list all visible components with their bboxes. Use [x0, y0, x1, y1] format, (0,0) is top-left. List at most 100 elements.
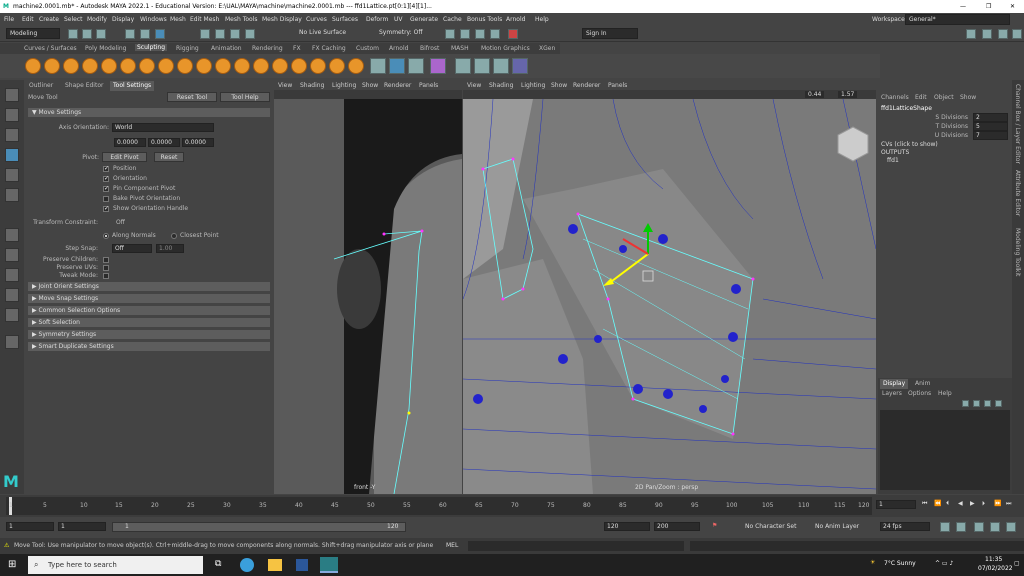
layer-prev-icon[interactable]	[962, 400, 969, 407]
stencil-tool-icon[interactable]	[493, 58, 509, 74]
imprint-tool-icon[interactable]	[196, 58, 212, 74]
section-common-selection[interactable]: ▶ Common Selection Options	[28, 306, 270, 315]
knife-tool-icon[interactable]	[272, 58, 288, 74]
next-key-icon[interactable]: ⏵	[982, 500, 985, 508]
playback-settings-icon[interactable]	[974, 522, 984, 532]
sound-icon[interactable]	[956, 522, 966, 532]
reset-tool-button[interactable]: Reset Tool	[167, 92, 217, 102]
render-icon[interactable]	[445, 29, 455, 39]
shelf-tab-mash[interactable]: MASH	[451, 45, 469, 52]
range-end-field[interactable]: 120	[604, 522, 650, 531]
channel-box-icon[interactable]	[1012, 29, 1022, 39]
search-icon[interactable]	[5, 335, 19, 349]
notifications-icon[interactable]: ▢	[1014, 560, 1020, 567]
menu-windows[interactable]: Windows	[140, 16, 167, 23]
four-view-icon[interactable]	[5, 248, 19, 262]
word-icon[interactable]	[296, 559, 308, 571]
move-tool-icon[interactable]	[5, 148, 19, 162]
side-tab-modeling-toolkit[interactable]: Modeling Toolkit	[1014, 228, 1021, 276]
new-scene-icon[interactable]	[68, 29, 78, 39]
menu-mesh[interactable]: Mesh	[170, 16, 186, 23]
sculpt-tool-icon[interactable]	[25, 58, 41, 74]
vp2-menu-renderer[interactable]: Renderer	[573, 82, 600, 89]
along-normals-radio[interactable]	[103, 233, 109, 239]
fps-dropdown[interactable]: 24 fps	[880, 522, 930, 531]
shelf-tab-rigging[interactable]: Rigging	[176, 45, 199, 52]
shelf-tab-fx[interactable]: FX	[293, 45, 301, 52]
front-viewport[interactable]: View Shading Lighting Show Renderer Pane…	[274, 80, 462, 494]
snap-view-icon[interactable]	[245, 29, 255, 39]
menu-help[interactable]: Help	[535, 16, 549, 23]
section-move-settings[interactable]: ▼ Move Settings	[28, 108, 270, 117]
menu-generate[interactable]: Generate	[410, 16, 438, 23]
menu-modify[interactable]: Modify	[87, 16, 107, 23]
taskbar-search-box[interactable]: ⌕ Type here to search	[28, 556, 203, 574]
mask-tool-icon[interactable]	[455, 58, 471, 74]
select-hierarchy-icon[interactable]	[125, 29, 135, 39]
stamp-tool-icon[interactable]	[474, 58, 490, 74]
axis-y-field[interactable]: 0.0000	[148, 138, 180, 147]
smear-tool-icon[interactable]	[291, 58, 307, 74]
open-scene-icon[interactable]	[82, 29, 92, 39]
hypershade-icon[interactable]	[490, 29, 500, 39]
mel-label[interactable]: MEL	[446, 542, 458, 549]
freeze-tool-icon[interactable]	[348, 58, 364, 74]
side-tab-channel-box[interactable]: Channel Box / Layer Editor	[1014, 84, 1021, 164]
snap-curve-icon[interactable]	[215, 29, 225, 39]
section-move-snap[interactable]: ▶ Move Snap Settings	[28, 294, 270, 303]
vp1-menu-lighting[interactable]: Lighting	[332, 82, 356, 89]
reset-pivot-button[interactable]: Reset	[154, 152, 184, 162]
s-divisions-field[interactable]: 2	[973, 113, 1008, 122]
tab-tool-settings[interactable]: Tool Settings	[110, 81, 155, 91]
time-slider[interactable]: 1 5 10 15 20 25 30 35 40 45 50 55 60 65 …	[0, 495, 1024, 517]
edit-pivot-button[interactable]: Edit Pivot	[102, 152, 147, 162]
amplify-tool-icon[interactable]	[329, 58, 345, 74]
tray-icons[interactable]: ^ ▭ ♪	[935, 560, 953, 567]
menu-uv[interactable]: UV	[394, 16, 403, 23]
show-orientation-handle-checkbox[interactable]	[103, 205, 109, 212]
pinch-tool-icon[interactable]	[101, 58, 117, 74]
tweak-mode-checkbox[interactable]	[103, 273, 109, 279]
menu-select[interactable]: Select	[64, 16, 83, 23]
u-divisions-field[interactable]: 7	[973, 131, 1008, 140]
relax-tool-icon[interactable]	[63, 58, 79, 74]
scrape-tool-icon[interactable]	[234, 58, 250, 74]
vp1-menu-renderer[interactable]: Renderer	[384, 82, 411, 89]
axis-z-field[interactable]: 0.0000	[182, 138, 214, 147]
shelf-tab-custom[interactable]: Custom	[356, 45, 379, 52]
auto-key-icon[interactable]: ⚑	[712, 522, 717, 529]
menu-set-dropdown[interactable]: Modeling	[6, 28, 60, 39]
vp1-menu-view[interactable]: View	[278, 82, 292, 89]
section-joint-orient[interactable]: ▶ Joint Orient Settings	[28, 282, 270, 291]
minimize-button[interactable]: —	[960, 3, 966, 10]
scale-tool-icon[interactable]	[5, 188, 19, 202]
invert-freeze-icon[interactable]	[408, 58, 424, 74]
vp2-menu-show[interactable]: Show	[551, 82, 567, 89]
axis-orientation-dropdown[interactable]: World	[112, 123, 214, 132]
shelf-tab-curves-surfaces[interactable]: Curves / Surfaces	[24, 45, 77, 52]
vp1-menu-panels[interactable]: Panels	[419, 82, 438, 89]
convert-to-frozen-icon[interactable]	[370, 58, 386, 74]
cb-menu-channels[interactable]: Channels	[881, 94, 909, 101]
layer-list[interactable]	[880, 410, 1010, 490]
tab-anim[interactable]: Anim	[912, 379, 933, 389]
preferences-icon[interactable]	[1006, 522, 1016, 532]
select-component-icon[interactable]	[155, 29, 165, 39]
menu-mesh-display[interactable]: Mesh Display	[262, 16, 302, 23]
menu-bonus-tools[interactable]: Bonus Tools	[467, 16, 502, 23]
tab-display[interactable]: Display	[880, 379, 909, 389]
cb-menu-edit[interactable]: Edit	[915, 94, 927, 101]
spray-tool-icon[interactable]	[158, 58, 174, 74]
sign-in-button[interactable]: Sign In	[582, 28, 638, 39]
bake-pivot-orientation-checkbox[interactable]	[103, 196, 109, 202]
menu-edit[interactable]: Edit	[22, 16, 34, 23]
layer-menu-layers[interactable]: Layers	[882, 390, 902, 397]
tool-help-button[interactable]: Tool Help	[220, 92, 270, 102]
rotate-tool-icon[interactable]	[5, 168, 19, 182]
gamma-field[interactable]: 1.57	[838, 91, 858, 98]
time-ruler[interactable]: 1 5 10 15 20 25 30 35 40 45 50 55 60 65 …	[6, 497, 872, 515]
menu-arnold[interactable]: Arnold	[506, 16, 525, 23]
vp2-menu-lighting[interactable]: Lighting	[521, 82, 545, 89]
windows-start-icon[interactable]: ⊞	[8, 559, 16, 570]
axis-x-field[interactable]: 0.0000	[114, 138, 146, 147]
